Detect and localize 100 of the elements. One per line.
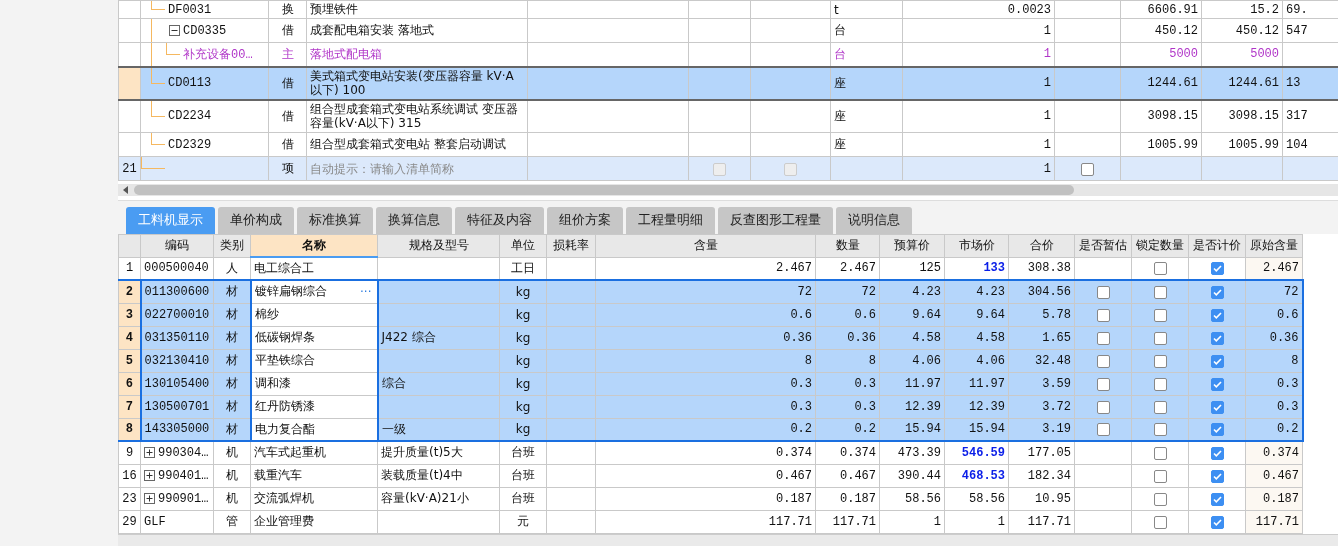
checkbox[interactable]	[1210, 377, 1224, 391]
tab[interactable]: 标准换算	[297, 206, 373, 234]
checkbox[interactable]	[1096, 377, 1110, 391]
checkbox[interactable]	[1210, 331, 1224, 345]
unit-cell: 台班	[499, 464, 547, 488]
code-cell: 130105400	[140, 372, 214, 396]
tab[interactable]: 工程量明细	[626, 206, 715, 234]
tab[interactable]: 说明信息	[836, 206, 912, 234]
column-header[interactable]: 数量	[815, 234, 880, 258]
column-header[interactable]: 含量	[595, 234, 816, 258]
row-number[interactable]: 8	[118, 418, 141, 442]
checkbox[interactable]	[1153, 331, 1167, 345]
column-header[interactable]: 规格及型号	[377, 234, 500, 258]
column-header[interactable]: 合价	[1008, 234, 1075, 258]
checkbox[interactable]	[1210, 262, 1224, 276]
tab[interactable]: 换算信息	[376, 206, 452, 234]
row-number: 21	[118, 156, 141, 181]
code-cell: 022700010	[140, 303, 214, 327]
checkbox[interactable]	[1081, 162, 1094, 176]
budget-price-cell: 4.23	[879, 280, 945, 304]
column-header[interactable]: 锁定数量	[1131, 234, 1189, 258]
checkbox[interactable]	[1153, 515, 1167, 529]
column-header[interactable]: 原始含量	[1245, 234, 1303, 258]
checkbox[interactable]	[1153, 308, 1167, 322]
more-button[interactable]: ···	[358, 284, 374, 299]
horizontal-scrollbar[interactable]	[118, 184, 1338, 197]
code-cell: 130500701	[140, 395, 214, 419]
spec-cell: 提升质量(t)5大	[377, 441, 500, 465]
checkbox[interactable]	[1096, 423, 1110, 437]
row-number[interactable]: 5	[118, 349, 141, 373]
row-number[interactable]: 9	[118, 441, 141, 465]
checkbox[interactable]	[1096, 354, 1110, 368]
checkbox[interactable]	[1153, 492, 1167, 506]
market-price-cell: 468.53	[944, 464, 1009, 488]
checkbox[interactable]	[1096, 308, 1110, 322]
content-cell: 0.3	[595, 372, 816, 396]
tree-line	[141, 157, 165, 169]
row-number[interactable]: 29	[118, 510, 141, 534]
row-number[interactable]: 7	[118, 395, 141, 419]
column-header[interactable]: 预算价	[879, 234, 945, 258]
row-number[interactable]: 23	[118, 487, 141, 511]
row-number[interactable]: 2	[118, 280, 141, 304]
code-text: CD2234	[168, 109, 212, 124]
row-number[interactable]: 16	[118, 464, 141, 488]
column-header[interactable]: 是否暂估	[1074, 234, 1132, 258]
tab[interactable]: 单价构成	[218, 206, 294, 234]
left-arrow-icon[interactable]	[121, 185, 131, 196]
plus-icon[interactable]	[144, 470, 155, 482]
scrollbar-thumb[interactable]	[134, 185, 1074, 196]
checkbox[interactable]	[1153, 469, 1167, 483]
quantity-cell: 0.0023	[902, 0, 1055, 19]
plus-icon[interactable]	[144, 447, 155, 459]
tab[interactable]: 反查图形工程量	[718, 206, 833, 234]
name-cell: 成套配电箱安装 落地式	[306, 18, 528, 43]
row-number[interactable]: 4	[118, 326, 141, 350]
price-cell: 3098.15	[1120, 99, 1202, 133]
checkbox[interactable]	[1210, 285, 1224, 299]
budget-price-cell: 473.39	[879, 441, 945, 465]
column-header[interactable]: 名称	[250, 234, 378, 258]
checkbox[interactable]	[1153, 262, 1167, 276]
spec-cell: J422 综合	[377, 326, 500, 350]
tab[interactable]: 特征及内容	[455, 206, 544, 234]
checkbox[interactable]	[1153, 423, 1167, 437]
checkbox[interactable]	[1153, 354, 1167, 368]
checkbox[interactable]	[1210, 354, 1224, 368]
tab[interactable]: 组价方案	[547, 206, 623, 234]
column-header[interactable]: 编码	[140, 234, 214, 258]
checkbox[interactable]	[1096, 285, 1110, 299]
checkbox[interactable]	[1210, 400, 1224, 414]
name-cell: 电力复合酯	[250, 418, 378, 442]
checkbox[interactable]	[1153, 285, 1167, 299]
checkbox[interactable]	[1210, 492, 1224, 506]
checkbox[interactable]	[1210, 423, 1224, 437]
checkbox[interactable]	[1210, 515, 1224, 529]
plus-icon[interactable]	[144, 493, 155, 505]
quantity-cell: 117.71	[815, 510, 880, 534]
checkbox[interactable]	[1153, 446, 1167, 460]
checkbox[interactable]	[1096, 400, 1110, 414]
row-number[interactable]: 3	[118, 303, 141, 327]
checkbox[interactable]	[1153, 377, 1167, 391]
column-header[interactable]: 单位	[499, 234, 547, 258]
name-cell: 镀锌扁钢综合 ···	[250, 280, 378, 304]
column-header[interactable]: 类别	[213, 234, 251, 258]
column-header[interactable]: 损耗率	[546, 234, 596, 258]
minus-icon[interactable]	[169, 25, 180, 36]
unit-cell: 台班	[499, 487, 547, 511]
checkbox[interactable]	[1210, 469, 1224, 483]
market-price-cell: 546.59	[944, 441, 1009, 465]
column-header[interactable]: 市场价	[944, 234, 1009, 258]
checkbox[interactable]	[1210, 308, 1224, 322]
spec-cell: 综合	[377, 372, 500, 396]
row-number[interactable]: 6	[118, 372, 141, 396]
checkbox[interactable]	[1210, 446, 1224, 460]
checkbox[interactable]	[1153, 400, 1167, 414]
name-cell: 棉纱	[250, 303, 378, 327]
column-header[interactable]: 是否计价	[1188, 234, 1246, 258]
name-input[interactable]: 自动提示：请输入清单简称	[307, 157, 527, 180]
checkbox[interactable]	[1096, 331, 1110, 345]
content-cell: 0.467	[595, 464, 816, 488]
total-cell: 1244.61	[1201, 66, 1283, 100]
